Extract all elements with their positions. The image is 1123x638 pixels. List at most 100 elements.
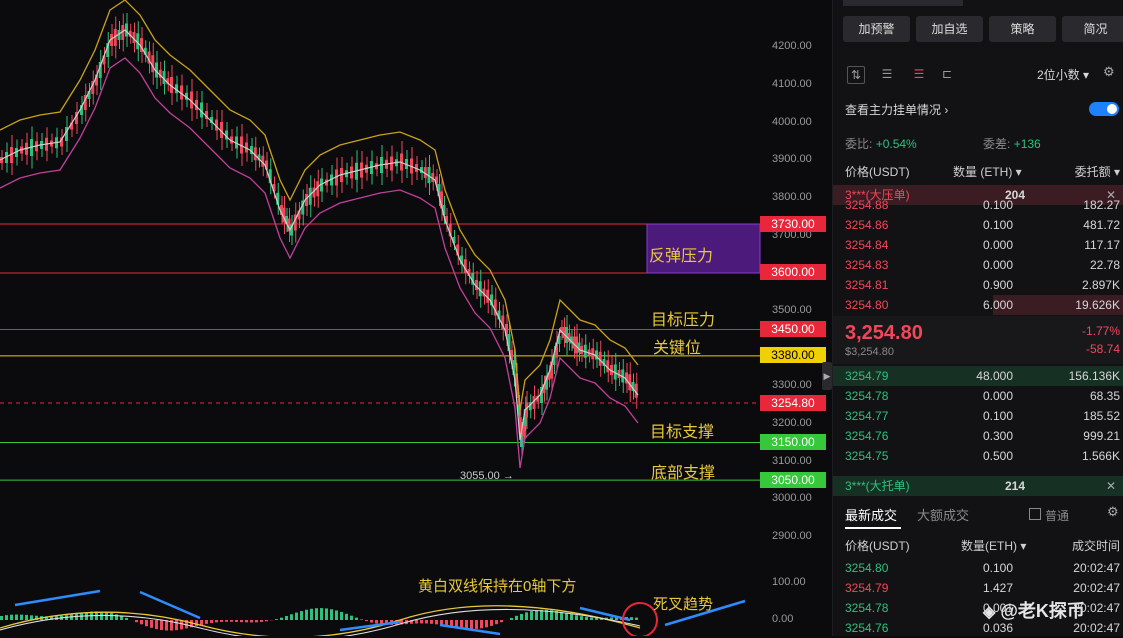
macd-bar xyxy=(245,620,248,622)
book-bids-icon[interactable]: ☰ xyxy=(879,66,895,82)
macd-bar xyxy=(10,615,13,620)
overview-button[interactable]: 简况 xyxy=(1062,16,1123,42)
macd-bar xyxy=(215,620,218,622)
orderbook-row[interactable]: 3254.860.100481.72 xyxy=(833,215,1123,235)
y-axis-label: 4100.00 xyxy=(772,78,812,90)
macd-bar xyxy=(335,610,338,620)
macd-bar xyxy=(565,613,568,620)
trades-header: 价格(USDT) 数量(ETH) ▾ 成交时间 xyxy=(833,536,1123,556)
macd-bar xyxy=(175,620,178,630)
macd-bar xyxy=(155,620,158,629)
settings-gear-icon[interactable]: ⚙ xyxy=(1103,64,1115,80)
macd-bar xyxy=(495,620,498,624)
upper-band-line xyxy=(0,0,638,410)
orderbook-row[interactable]: 3254.840.000117.17 xyxy=(833,235,1123,255)
orderbook-row[interactable]: 3254.770.100185.52 xyxy=(833,406,1123,426)
macd-bar xyxy=(325,608,328,620)
row-price: 3254.81 xyxy=(845,275,888,295)
orderbook-row[interactable]: 3254.806.00019.626K xyxy=(833,295,1123,315)
row-total: 22.78 xyxy=(1090,255,1120,275)
orderbook-row[interactable]: 3254.780.00068.35 xyxy=(833,386,1123,406)
y-axis-label: 3200.00 xyxy=(772,417,812,429)
orderbook-row[interactable]: 3254.760.300999.21 xyxy=(833,426,1123,446)
macd-bar xyxy=(520,614,523,620)
trade-price: 3254.76 xyxy=(845,618,888,638)
book-asks-icon[interactable]: ☰ xyxy=(911,66,927,82)
row-total: 156.136K xyxy=(1069,366,1120,386)
macd-bar xyxy=(280,618,283,620)
chart-area[interactable]: 4200.00 4100.00 4000.00 3900.00 3800.00 … xyxy=(0,0,826,636)
panel-collapse-handle[interactable]: ▶ xyxy=(822,362,832,390)
close-icon[interactable]: ✕ xyxy=(1106,476,1116,496)
main-orders-toggle[interactable] xyxy=(1089,102,1119,116)
target-pressure-label: 目标压力 xyxy=(651,306,715,330)
key-level-label: 关键位 xyxy=(653,334,701,358)
macd-bar xyxy=(355,618,358,620)
orderbook-row[interactable]: 3254.810.9002.897K xyxy=(833,275,1123,295)
macd-bar xyxy=(530,611,533,620)
row-total: 182.27 xyxy=(1083,195,1120,215)
macd-bar xyxy=(15,615,18,620)
big-bid-row[interactable]: 3***(大托单) 214 ✕ xyxy=(833,476,1123,496)
macd-bar xyxy=(535,610,538,620)
macd-bar xyxy=(490,620,493,626)
price-tag-3380: 3380.00 xyxy=(760,347,826,363)
row-price: 3254.78 xyxy=(845,386,888,406)
book-both-icon[interactable]: ⇅ xyxy=(847,66,865,84)
row-price: 3254.79 xyxy=(845,366,888,386)
macd-bar xyxy=(125,618,128,620)
trade-price: 3254.79 xyxy=(845,578,888,598)
macd-bar xyxy=(260,620,263,622)
trade-price: 3254.78 xyxy=(845,598,888,618)
normal-label: 普通 xyxy=(1045,507,1069,524)
main-orders-link[interactable]: 查看主力挂单情况 › xyxy=(845,101,948,118)
macd-bar xyxy=(415,620,418,624)
add-watchlist-button[interactable]: 加自选 xyxy=(916,16,983,42)
book-depth-icon[interactable]: ⊏ xyxy=(939,66,955,82)
last-price-box: 3,254.80 $3,254.80 -1.77% -58.74 xyxy=(833,316,1123,364)
macd-bar xyxy=(255,620,258,622)
y-axis-label: 3300.00 xyxy=(772,379,812,391)
tab-underline xyxy=(845,527,901,529)
orderbook-row[interactable]: 3254.830.00022.78 xyxy=(833,255,1123,275)
macd-bar xyxy=(510,618,513,620)
macd-bar xyxy=(465,620,468,629)
tab-latest-trades[interactable]: 最新成交 xyxy=(845,505,897,524)
macd-bar xyxy=(300,611,303,620)
macd-bar xyxy=(585,617,588,620)
strategy-button[interactable]: 策略 xyxy=(989,16,1056,42)
y-axis-label: 2900.00 xyxy=(772,530,812,542)
macd-bar xyxy=(110,613,113,620)
dead-cross-label: 死叉趋势 xyxy=(653,593,713,614)
add-alert-button[interactable]: 加预警 xyxy=(843,16,910,42)
row-total: 999.21 xyxy=(1083,426,1120,446)
price-tag-current: 3254.80 xyxy=(760,395,826,411)
orderbook-row[interactable]: 3254.750.5001.566K xyxy=(833,446,1123,466)
low-price-label: 3055.00 → xyxy=(460,470,514,482)
macd-bar xyxy=(430,620,433,624)
macd-bar xyxy=(120,616,123,620)
trade-row: 3254.760.03620:02:47 xyxy=(833,618,1123,638)
macd-bar xyxy=(140,620,143,624)
orderbook-row[interactable]: 3254.880.100182.27 xyxy=(833,195,1123,215)
row-total: 481.72 xyxy=(1083,215,1120,235)
price-tag-3600: 3600.00 xyxy=(760,264,826,280)
y-axis-label: 3100.00 xyxy=(772,455,812,467)
normal-checkbox[interactable] xyxy=(1029,508,1041,520)
macd-bar xyxy=(375,620,378,624)
row-total: 185.52 xyxy=(1083,406,1120,426)
trades-settings-icon[interactable]: ⚙ xyxy=(1107,504,1119,520)
tab-large-trades[interactable]: 大额成交 xyxy=(917,505,969,524)
y-axis-label: 4200.00 xyxy=(772,40,812,52)
macd-bar xyxy=(220,620,223,622)
decimal-select[interactable]: 2位小数 ▾ xyxy=(1037,66,1089,83)
macd-axis-label: 100.00 xyxy=(772,576,806,588)
row-total: 1.566K xyxy=(1082,446,1120,466)
orderbook-row[interactable]: 3254.7948.000156.136K xyxy=(833,366,1123,386)
price-tag-3450: 3450.00 xyxy=(760,321,826,337)
macd-bar xyxy=(580,616,583,620)
trade-time: 20:02:47 xyxy=(1073,558,1120,578)
macd-bar xyxy=(230,620,233,622)
trade-price: 3254.80 xyxy=(845,558,888,578)
macd-bar xyxy=(205,620,208,624)
